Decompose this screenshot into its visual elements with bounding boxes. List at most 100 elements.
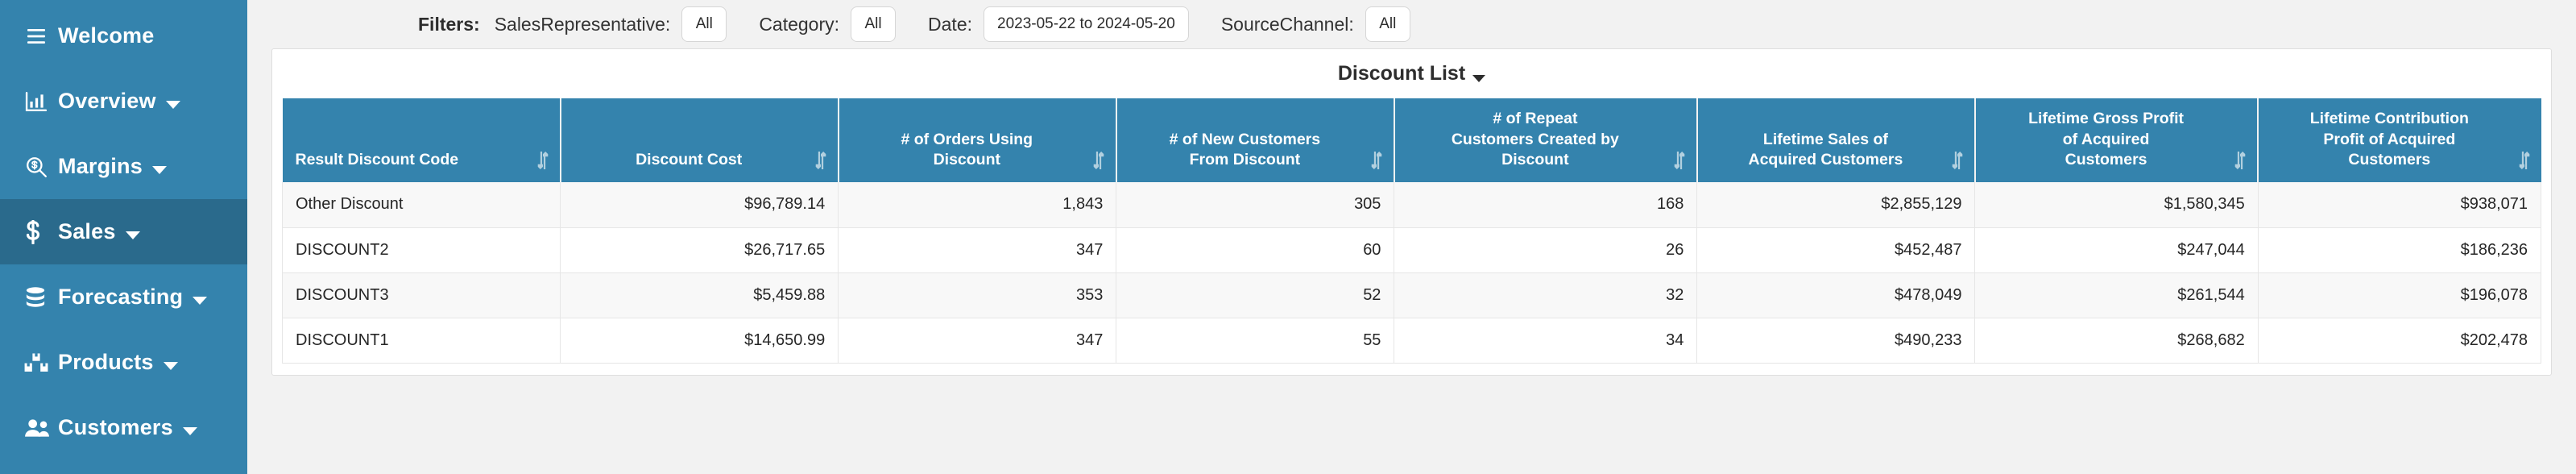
cell-lifetime-sales: $490,233 [1696,318,1976,364]
sidebar-item-label: Margins [58,154,143,178]
sidebar-item-welcome[interactable]: Welcome [0,3,247,69]
cell-lifetime-contribution-profit: $938,071 [2258,182,2542,228]
category-filter-label: Category: [759,13,840,35]
cell-lifetime-contribution-profit: $186,236 [2258,227,2542,273]
column-header-label: # of Repeat Customers Created by Discount [1451,109,1619,169]
column-header-label: # of Orders Using Discount [901,130,1033,169]
column-header-of-orders-using-discount[interactable]: # of Orders Using Discount [838,98,1117,182]
chevron-down-icon [163,361,178,370]
sort-toggle-icon[interactable] [1950,152,1965,169]
dashboard-root: Welcome Overview Margins Sales Forecasting Pr… [0,0,2576,474]
cell-discount-cost: $96,789.14 [560,182,839,228]
sales-representative-filter-label: SalesRepresentative: [494,13,671,35]
cell-new-customers-from-discount: 305 [1116,182,1395,228]
cell-repeat-customers-created: 168 [1394,182,1698,228]
discount-list-table: Result Discount Code Discount Cost # of Or… [281,98,2542,364]
filters-title: Filters: [418,13,480,35]
column-header-lifetime-sales-of-acquired-customers[interactable]: Lifetime Sales of Acquired Customers [1696,98,1976,182]
discount-list-title[interactable]: Discount List [272,49,2551,98]
people-icon [24,418,58,438]
cell-discount-cost: $14,650.99 [560,318,839,364]
cell-lifetime-gross-profit: $1,580,345 [1974,182,2259,228]
sidebar-item-label: Customers [58,415,173,439]
sidebar-item-sales[interactable]: Sales [0,199,247,264]
column-header-of-repeat-customers-created-by-discount[interactable]: # of Repeat Customers Created by Discount [1394,98,1698,182]
cell-result-discount-code: Other Discount [281,182,561,228]
sidebar-item-forecasting[interactable]: Forecasting [0,264,247,330]
sort-toggle-icon[interactable] [1672,152,1687,169]
cell-orders-using-discount: 347 [838,318,1117,364]
cell-new-customers-from-discount: 52 [1116,272,1395,318]
cell-new-customers-from-discount: 60 [1116,227,1395,273]
date-range-filter-button[interactable]: 2023-05-22 to 2024-05-20 [984,6,1189,42]
sidebar-item-label: Sales [58,219,116,243]
main-content: Filters: SalesRepresentative: All Catego… [247,0,2576,474]
sidebar-item-customers[interactable]: Customers [0,395,247,460]
table-row[interactable]: DISCOUNT3 $5,459.88 353 52 32 $478,049 $261,54… [281,272,2542,318]
column-header-label: Discount Cost [636,151,743,169]
source-channel-filter-button[interactable]: All [1365,6,1410,42]
cell-lifetime-gross-profit: $268,682 [1974,318,2259,364]
bar-chart-icon [24,91,58,112]
cell-result-discount-code: DISCOUNT3 [281,272,561,318]
column-header-label: Lifetime Gross Profit of Acquired Customer… [2028,109,2185,169]
cell-lifetime-sales: $2,855,129 [1696,182,1976,228]
sort-toggle-icon[interactable] [536,152,550,169]
sort-toggle-icon[interactable] [1369,152,1384,169]
card-title-text: Discount List [1337,62,1466,85]
sidebar-item-overview[interactable]: Overview [0,69,247,134]
sort-toggle-icon[interactable] [814,152,828,169]
cell-orders-using-discount: 347 [838,227,1117,273]
date-filter-label: Date: [928,13,973,35]
column-header-label: Lifetime Contribution Profit of Acquired C… [2309,109,2469,169]
cell-lifetime-contribution-profit: $196,078 [2258,272,2542,318]
chevron-down-icon [165,100,180,109]
cell-lifetime-gross-profit: $261,544 [1974,272,2259,318]
boxes-icon [24,352,58,373]
magnifier-dollar-icon [24,156,58,178]
column-header-label: # of New Customers From Discount [1169,130,1321,169]
chevron-down-icon [182,426,197,435]
table-scroll-container: Result Discount Code Discount Cost # of Or… [272,98,2551,375]
table-row[interactable]: DISCOUNT1 $14,650.99 347 55 34 $490,233 $268,6… [281,318,2542,364]
sidebar-item-margins[interactable]: Margins [0,134,247,199]
chevron-down-icon [151,165,167,174]
sidebar-item-products[interactable]: Products [0,330,247,395]
cell-lifetime-contribution-profit: $202,478 [2258,318,2542,364]
chevron-down-icon [125,231,140,239]
cell-orders-using-discount: 1,843 [838,182,1117,228]
sidebar-item-label: Overview [58,89,156,113]
cell-discount-cost: $5,459.88 [560,272,839,318]
cell-lifetime-sales: $452,487 [1696,227,1976,273]
sidebar: Welcome Overview Margins Sales Forecasting Pr… [0,0,247,474]
chevron-down-icon [1472,75,1486,82]
column-header-label: Lifetime Sales of Acquired Customers [1748,130,1903,169]
table-header-row: Result Discount Code Discount Cost # of Or… [282,98,2541,182]
filter-bar: Filters: SalesRepresentative: All Catego… [247,0,2576,48]
cell-result-discount-code: DISCOUNT1 [281,318,561,364]
table-row[interactable]: Other Discount $96,789.14 1,843 305 168 $2,85… [281,182,2542,228]
discount-list-card: Discount List Result Discount Code Discou… [271,48,2552,376]
cell-repeat-customers-created: 32 [1394,272,1698,318]
column-header-discount-cost[interactable]: Discount Cost [560,98,839,182]
hamburger-menu-icon [24,27,58,46]
column-header-of-new-customers-from-discount[interactable]: # of New Customers From Discount [1116,98,1395,182]
sort-toggle-icon[interactable] [2233,152,2247,169]
database-icon [24,286,58,309]
column-header-lifetime-gross-profit-of-acquired-customers[interactable]: Lifetime Gross Profit of Acquired Customer… [1974,98,2259,182]
sort-toggle-icon[interactable] [1091,152,1106,169]
table-body: Other Discount $96,789.14 1,843 305 168 $2,85… [281,182,2542,364]
category-filter-button[interactable]: All [851,6,897,42]
cell-lifetime-gross-profit: $247,044 [1974,227,2259,273]
table-row[interactable]: DISCOUNT2 $26,717.65 347 60 26 $452,487 $247,0… [281,227,2542,273]
cell-discount-cost: $26,717.65 [560,227,839,273]
sidebar-item-label: Products [58,350,154,374]
column-header-lifetime-contribution-profit-of-acquired-customers[interactable]: Lifetime Contribution Profit of Acquired C… [2258,98,2541,182]
sort-toggle-icon[interactable] [2517,152,2532,169]
sidebar-item-label: Forecasting [58,285,184,309]
cell-lifetime-sales: $478,049 [1696,272,1976,318]
chevron-down-icon [193,296,208,305]
column-header-result-discount-code[interactable]: Result Discount Code [282,98,561,182]
sales-representative-filter-button[interactable]: All [681,6,727,42]
source-channel-filter-label: SourceChannel: [1220,13,1354,35]
